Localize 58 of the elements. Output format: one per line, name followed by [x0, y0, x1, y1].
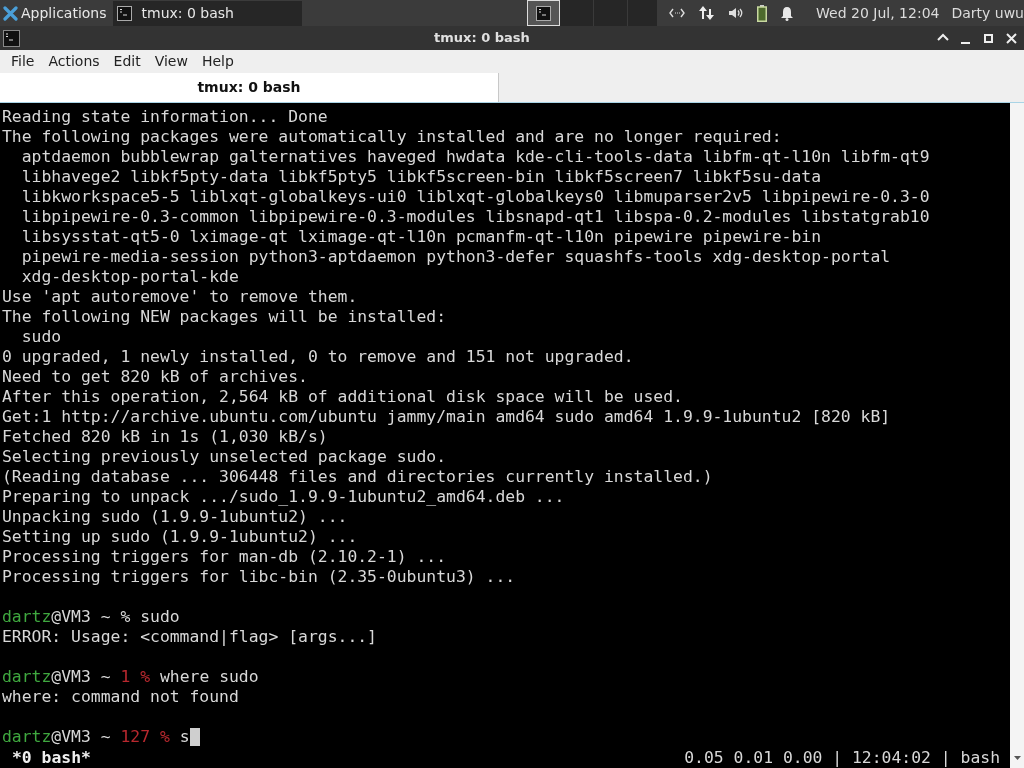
- terminal-line: Preparing to unpack .../sudo_1.9.9-1ubuntu2_amd64.deb ...: [2, 487, 565, 507]
- applications-menu[interactable]: Applications: [0, 0, 113, 26]
- terminal-line: The following NEW packages will be installed:: [2, 307, 447, 327]
- network-icon[interactable]: [669, 8, 686, 18]
- terminal-line: libpipewire-0.3-common libpipewire-0.3-modules libsnapd-qt1 libspa-0.2-modules libstatgrab10: [20, 207, 930, 227]
- close-icon[interactable]: [1005, 31, 1018, 45]
- window-title: tmux: 0 bash: [434, 29, 530, 48]
- menu-item[interactable]: View: [147, 51, 195, 72]
- tab[interactable]: tmux: 0 bash: [0, 73, 499, 102]
- taskbar-button[interactable]: tmux: 0 bash: [112, 0, 302, 26]
- transfer-arrows-icon[interactable]: [698, 5, 716, 21]
- terminal-line: The following packages were automatically installed and are no longer required:: [2, 127, 782, 147]
- clock-text[interactable]: Wed 20 Jul, 12:04: [816, 2, 940, 24]
- terminal-line: Need to get 820 kB of archives.: [2, 367, 308, 387]
- tmux-window-label: *0 bash*: [11, 748, 91, 768]
- scrollbar[interactable]: [1010, 103, 1024, 748]
- terminal-line: aptdaemon bubblewrap galternatives haveged hwdata kde-cli-tools-data libfm-qt-l10n libfm-qt9: [20, 147, 930, 167]
- terminal-line: xdg-desktop-portal-kde: [20, 267, 239, 287]
- terminal-line: where: command not found: [2, 687, 239, 707]
- terminal-line: Unpacking sudo (1.9.9-1ubuntu2) ...: [2, 507, 348, 527]
- menu-item[interactable]: Edit: [106, 51, 148, 72]
- caret-down-icon: [1013, 756, 1021, 760]
- terminal-line: Processing triggers for libc-bin (2.35-0ubuntu3) ...: [2, 567, 516, 587]
- bell-icon[interactable]: [780, 5, 795, 21]
- terminal-line: (Reading database ... 306448 files and directories currently installed.): [2, 467, 713, 487]
- terminal-icon: [3, 29, 20, 47]
- terminal-line: pipewire-media-session python3-aptdaemon python3-defer squashfs-tools xdg-desktop-portal: [20, 247, 891, 267]
- x-logo-icon: [3, 5, 18, 21]
- terminal-line: Processing triggers for man-db (2.10.2-1) ...: [2, 547, 447, 567]
- prompt-line: dartz@VM3 ~ 1 % where sudo: [2, 667, 259, 687]
- terminal-line: Setting up sudo (1.9.9-1ubuntu2) ...: [2, 527, 358, 547]
- terminal-line: ERROR: Usage: <command|flag> [args...]: [2, 627, 377, 647]
- terminal-line: sudo: [20, 327, 62, 347]
- menu-item[interactable]: Help: [194, 51, 241, 72]
- terminal-line: 0 upgraded, 1 newly installed, 0 to remove and 151 not upgraded.: [2, 347, 634, 367]
- terminal-line: libhavege2 libkf5pty-data libkf5pty5 libkf5screen-bin libkf5screen7 libkf5su-data: [20, 167, 822, 187]
- terminal-line: Get:1 http://archive.ubuntu.com/ubuntu jammy/main amd64 sudo amd64 1.9.9-1ubuntu2 [820 kB]: [2, 407, 891, 427]
- terminal-icon: [536, 5, 552, 21]
- terminal-line: libkworkspace5-5 liblxqt-globalkeys-ui0 liblxqt-globalkeys0 libmuparser2v5 libpipewire-0.3-0: [20, 187, 930, 207]
- user-name[interactable]: Darty uwu: [951, 2, 1024, 24]
- terminal-line: Use 'apt autoremove' to remove them.: [2, 287, 358, 307]
- maximize-icon[interactable]: [982, 31, 995, 45]
- tmux-status-text: 0.05 0.01 0.00 | 12:04:02 | bash: [684, 748, 1001, 768]
- volume-icon[interactable]: [728, 6, 745, 20]
- menu-item[interactable]: File: [4, 51, 42, 72]
- terminal-line: After this operation, 2,564 kB of additional disk space will be used.: [2, 387, 683, 407]
- workspace-button[interactable]: [527, 0, 560, 26]
- terminal-line: libsysstat-qt5-0 lximage-qt lximage-qt-l10n pcmanfm-qt-l10n pipewire pipewire-bin: [20, 227, 822, 247]
- prompt-line: dartz@VM3 ~ % sudo: [2, 607, 180, 627]
- terminal-line: Selecting previously unselected package sudo.: [2, 447, 447, 467]
- menu-item[interactable]: Actions: [41, 51, 107, 72]
- scroll-down-button[interactable]: [1010, 748, 1024, 768]
- terminal-icon: [116, 5, 132, 21]
- prompt-line: dartz@VM3 ~ 127 % s: [2, 727, 190, 747]
- workspace-switcher[interactable]: [559, 0, 658, 26]
- battery-icon[interactable]: [757, 4, 768, 22]
- terminal-line: Reading state information... Done: [2, 107, 328, 127]
- terminal-line: Fetched 820 kB in 1s (1,030 kB/s): [2, 427, 328, 447]
